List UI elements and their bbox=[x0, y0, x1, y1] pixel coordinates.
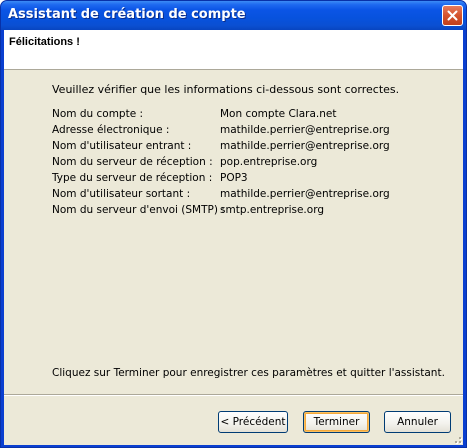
incoming-username-value: mathilde.perrier@entreprise.org bbox=[220, 140, 390, 152]
footer-divider bbox=[4, 394, 463, 396]
incoming-server-value: pop.entreprise.org bbox=[220, 156, 318, 168]
dialog-body: Félicitations ! Veuillez vérifier que le… bbox=[4, 30, 463, 445]
page-title: Félicitations ! bbox=[9, 36, 80, 48]
incoming-username-label: Nom d'utilisateur entrant : bbox=[52, 140, 192, 152]
account-name-value: Mon compte Clara.net bbox=[220, 108, 337, 120]
summary-row: Nom du serveur de réception : pop.entrep… bbox=[52, 156, 452, 172]
close-icon bbox=[447, 10, 458, 21]
close-button[interactable] bbox=[442, 5, 463, 26]
incoming-server-label: Nom du serveur de réception : bbox=[52, 156, 213, 168]
wizard-header: Félicitations ! bbox=[4, 30, 463, 70]
account-summary: Nom du compte : Mon compte Clara.net Adr… bbox=[52, 108, 452, 220]
account-name-label: Nom du compte : bbox=[52, 108, 144, 120]
incoming-server-type-label: Type du serveur de réception : bbox=[52, 172, 213, 184]
summary-row: Nom du serveur d'envoi (SMTP) : smtp.ent… bbox=[52, 204, 452, 220]
email-address-label: Adresse électronique : bbox=[52, 124, 170, 136]
outgoing-username-value: mathilde.perrier@entreprise.org bbox=[220, 188, 390, 200]
incoming-server-type-value: POP3 bbox=[220, 172, 248, 184]
resize-grip-icon[interactable] bbox=[451, 433, 463, 445]
summary-row: Nom d'utilisateur sortant : mathilde.per… bbox=[52, 188, 452, 204]
intro-text: Veuillez vérifier que les informations c… bbox=[52, 83, 400, 96]
previous-button[interactable]: < Précédent bbox=[218, 411, 288, 433]
summary-row: Adresse électronique : mathilde.perrier@… bbox=[52, 124, 452, 140]
wizard-window: Assistant de création de compte Félicita… bbox=[0, 0, 467, 448]
finish-button[interactable]: Terminer bbox=[303, 411, 370, 433]
summary-row: Nom du compte : Mon compte Clara.net bbox=[52, 108, 452, 124]
outgoing-username-label: Nom d'utilisateur sortant : bbox=[52, 188, 191, 200]
smtp-server-value: smtp.entreprise.org bbox=[220, 204, 324, 216]
cancel-button[interactable]: Annuler bbox=[384, 411, 451, 433]
finish-instructions: Cliquez sur Terminer pour enregistrer ce… bbox=[52, 367, 445, 379]
smtp-server-label: Nom du serveur d'envoi (SMTP) : bbox=[52, 204, 225, 216]
summary-row: Nom d'utilisateur entrant : mathilde.per… bbox=[52, 140, 452, 156]
title-bar[interactable]: Assistant de création de compte bbox=[1, 1, 466, 30]
summary-row: Type du serveur de réception : POP3 bbox=[52, 172, 452, 188]
email-address-value: mathilde.perrier@entreprise.org bbox=[220, 124, 390, 136]
window-title: Assistant de création de compte bbox=[8, 7, 246, 22]
